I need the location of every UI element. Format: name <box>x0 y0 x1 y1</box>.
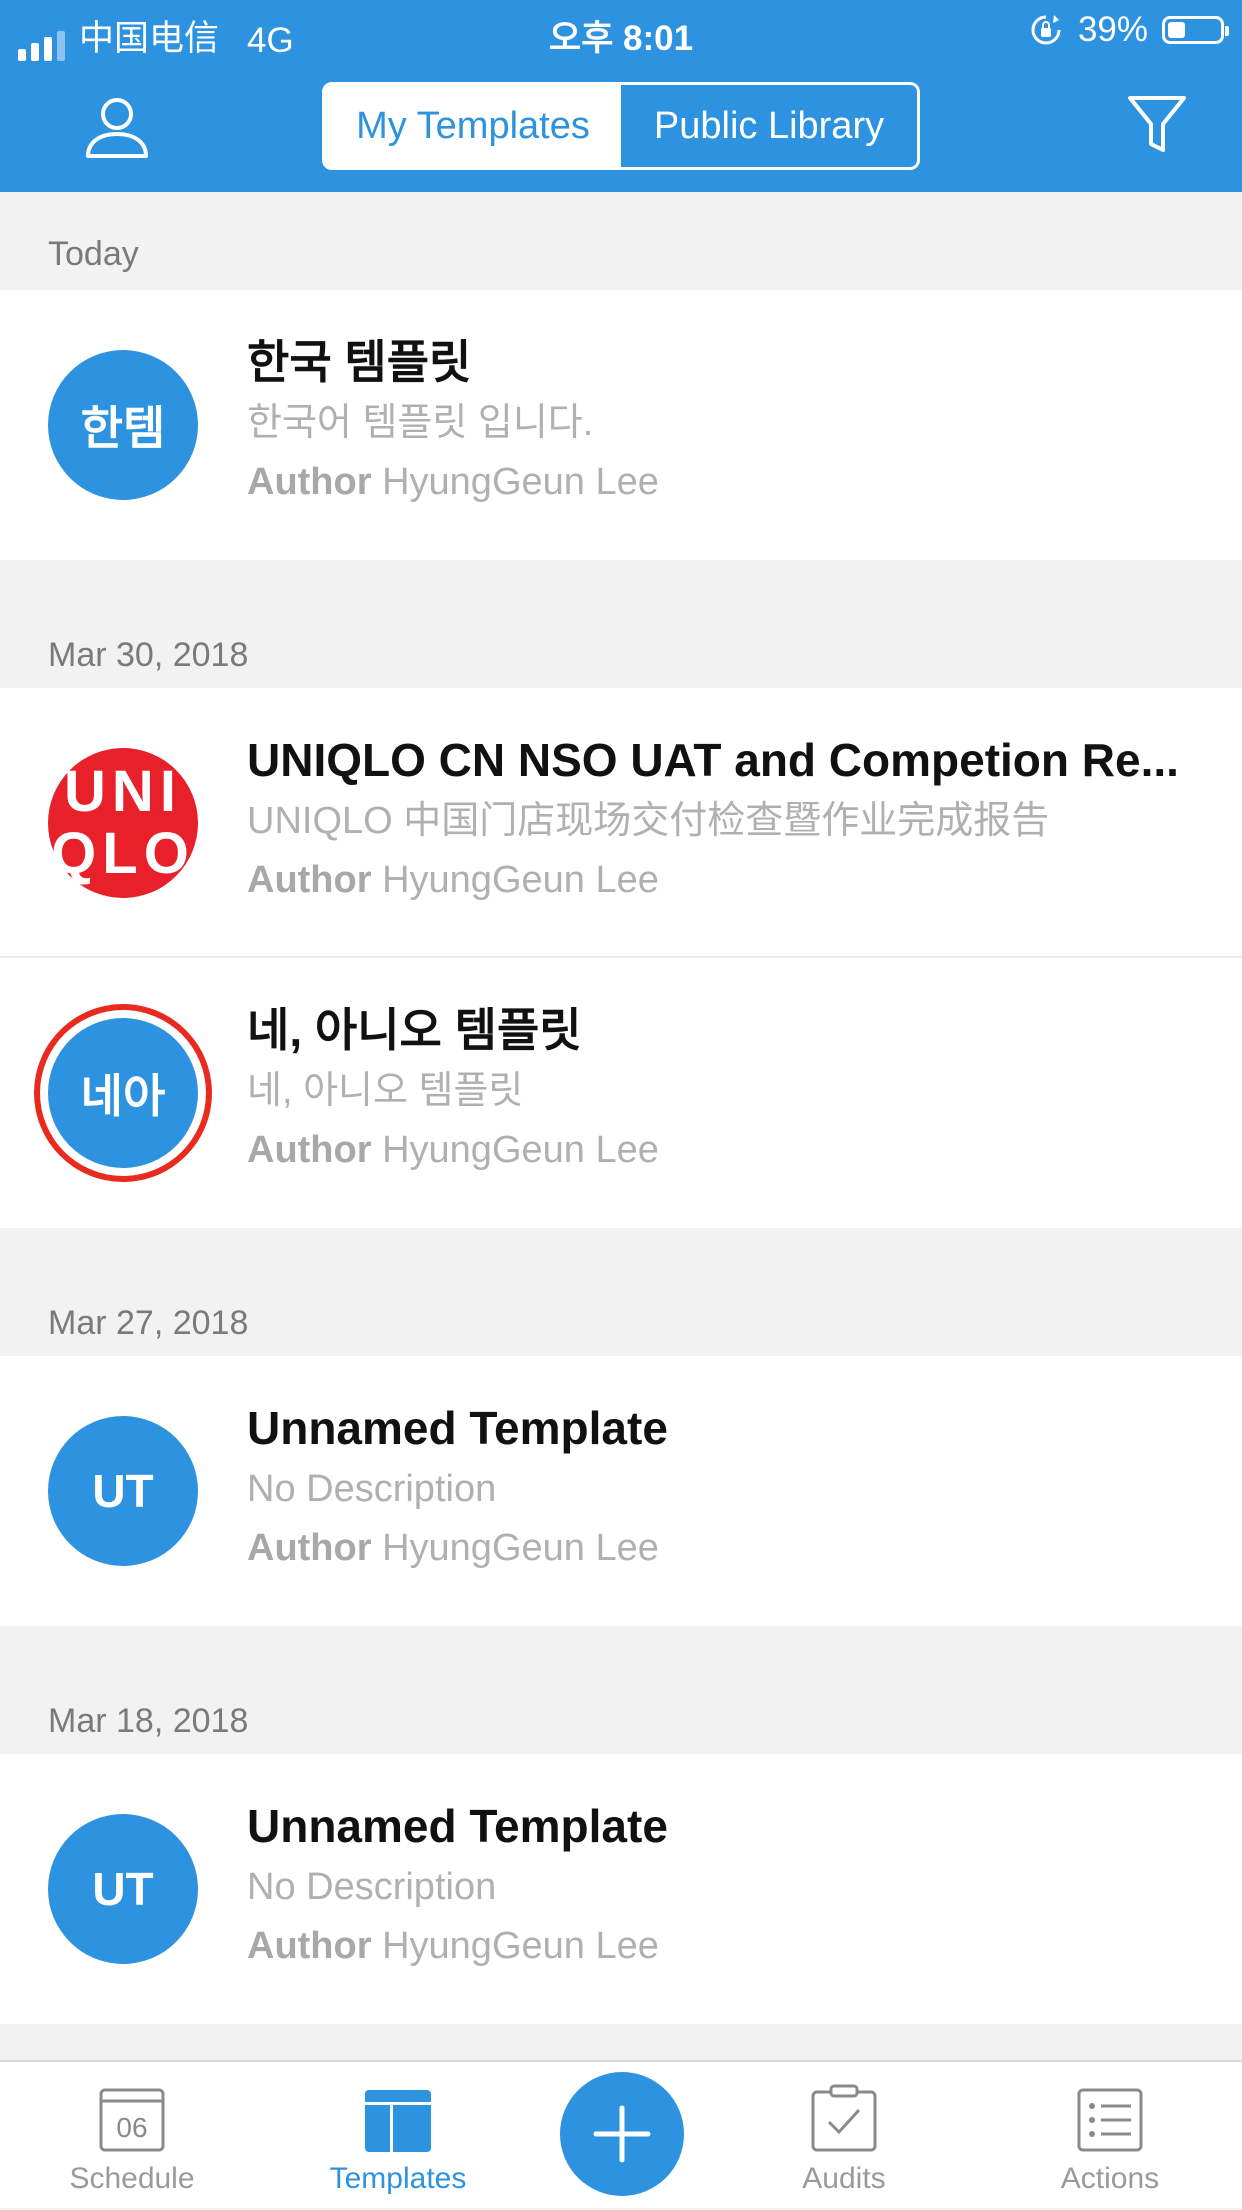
uniqlo-logo: UNI QLO <box>48 748 198 898</box>
template-author: Author HyungGeun Lee <box>247 1527 659 1569</box>
rotation-lock-icon <box>1031 15 1061 45</box>
template-description: 한국어 템플릿 입니다. <box>247 402 594 444</box>
template-author: Author HyungGeun Lee <box>247 859 659 901</box>
tab-audits[interactable]: Audits <box>744 2062 944 2210</box>
tab-my-templates[interactable]: My Templates <box>325 85 621 167</box>
list-item[interactable]: 한템 한국 템플릿 한국어 템플릿 입니다. Author HyungGeun … <box>0 290 1242 560</box>
tab-schedule[interactable]: 06 Schedule <box>32 2062 232 2210</box>
list-item[interactable]: 네아 네, 아니오 템플릿 네, 아니오 템플릿 Author HyungGeu… <box>0 958 1242 1228</box>
app-header: 中国电信 4G 오후 8:01 39% My Templates Public … <box>0 0 1242 192</box>
template-author: Author HyungGeun Lee <box>247 1925 659 1967</box>
tab-templates[interactable]: Templates <box>298 2062 498 2210</box>
section-header-today: Today <box>0 218 1242 290</box>
template-avatar: UT <box>48 1814 198 1964</box>
template-title: 한국 템플릿 <box>247 336 472 388</box>
template-author: Author HyungGeun Lee <box>247 461 659 503</box>
template-description: No Description <box>247 1468 497 1510</box>
template-list: Today 한템 한국 템플릿 한국어 템플릿 입니다. Author Hyun… <box>0 218 1242 2024</box>
list-item[interactable]: UT Unnamed Template No Description Autho… <box>0 1754 1242 2024</box>
template-title: Unnamed Template <box>247 1402 668 1454</box>
template-source-toggle: My Templates Public Library <box>322 82 920 170</box>
tab-templates-label: Templates <box>329 2162 467 2195</box>
list-item[interactable]: UT Unnamed Template No Description Autho… <box>0 1356 1242 1626</box>
tab-actions[interactable]: Actions <box>1010 2062 1210 2210</box>
template-title: 네, 아니오 템플릿 <box>247 1004 582 1056</box>
section-header-date: Mar 27, 2018 <box>0 1228 1242 1356</box>
profile-icon[interactable] <box>82 92 152 162</box>
templates-icon <box>365 2090 431 2152</box>
tab-actions-label: Actions <box>1060 2162 1160 2195</box>
svg-text:06: 06 <box>116 2112 147 2143</box>
template-avatar: 한템 <box>48 350 198 500</box>
filter-icon[interactable] <box>1124 92 1190 158</box>
add-template-button[interactable] <box>560 2072 684 2196</box>
template-description: 네, 아니오 템플릿 <box>247 1070 524 1112</box>
status-bar: 中国电信 4G 오후 8:01 39% <box>0 0 1242 62</box>
tab-schedule-label: Schedule <box>69 2162 195 2195</box>
template-description: UNIQLO 中国门店现场交付检查暨作业完成报告 <box>247 800 1050 842</box>
template-avatar: 네아 <box>48 1018 198 1168</box>
template-title: Unnamed Template <box>247 1800 668 1852</box>
template-author: Author HyungGeun Lee <box>247 1129 659 1171</box>
section-header-date: Mar 18, 2018 <box>0 1626 1242 1754</box>
template-title: UNIQLO CN NSO UAT and Competion Re... <box>247 734 1179 786</box>
list-icon <box>1077 2088 1143 2152</box>
tab-public-library[interactable]: Public Library <box>621 85 917 167</box>
section-header-date: Mar 30, 2018 <box>0 560 1242 688</box>
plus-icon <box>593 2105 651 2163</box>
tab-audits-label: Audits <box>802 2162 886 2195</box>
template-avatar: UT <box>48 1416 198 1566</box>
battery-percent: 39% <box>1077 10 1148 49</box>
clipboard-check-icon <box>811 2084 877 2152</box>
calendar-icon: 06 <box>99 2088 165 2152</box>
battery-icon <box>1162 16 1229 44</box>
list-item[interactable]: UNI QLO UNIQLO CN NSO UAT and Competion … <box>0 688 1242 958</box>
template-description: No Description <box>247 1866 497 1908</box>
